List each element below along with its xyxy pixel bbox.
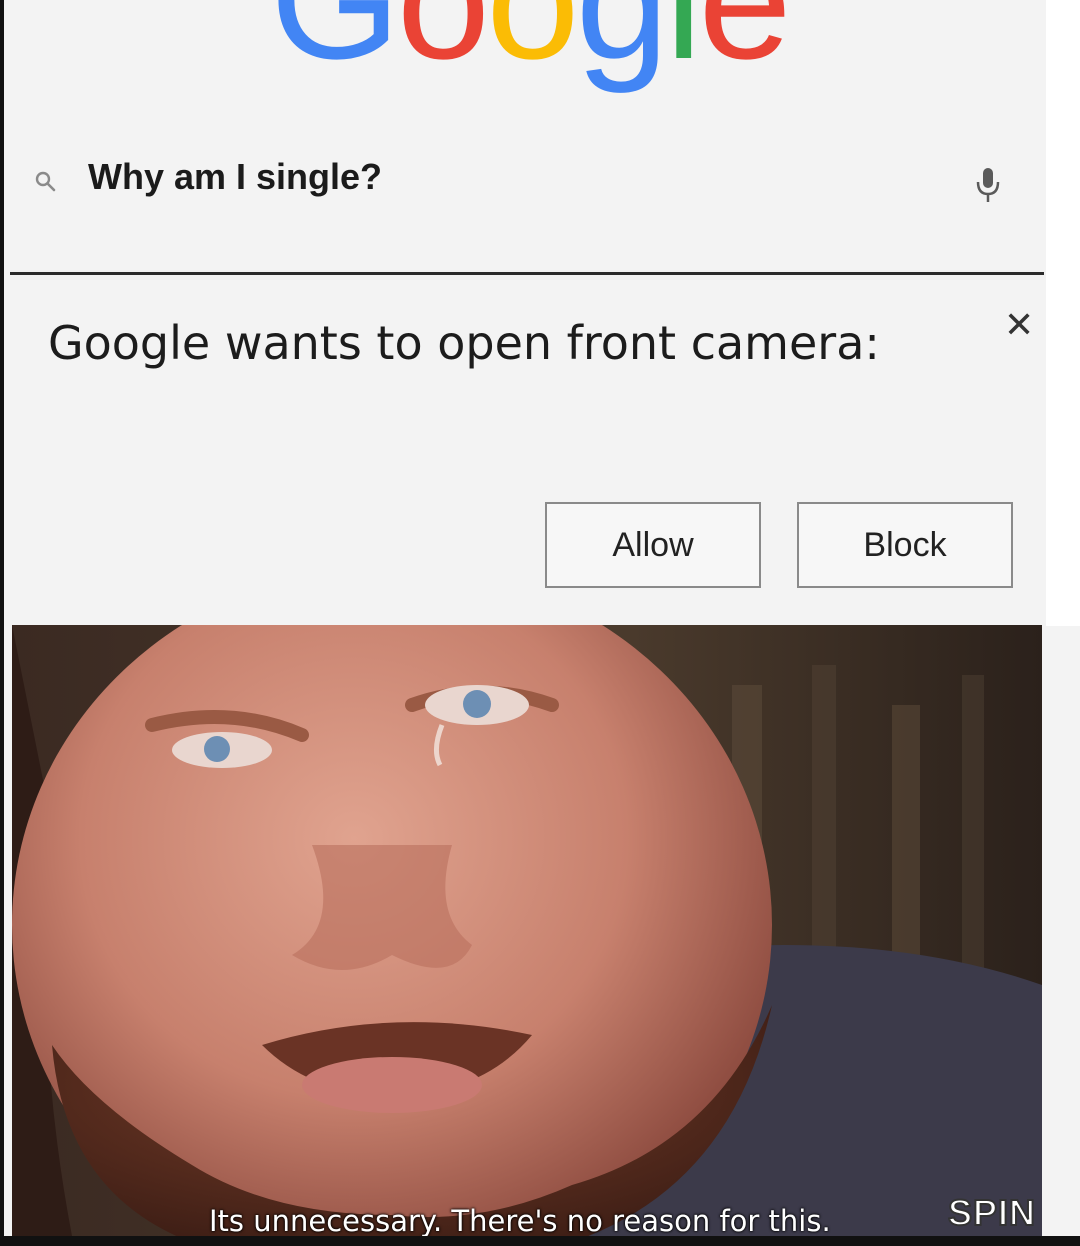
right-gutter	[1046, 0, 1080, 626]
logo-letter: e	[698, 0, 791, 94]
bottom-bar	[0, 1236, 1080, 1246]
search-input[interactable]: Why am I single?	[88, 156, 382, 198]
allow-button[interactable]: Allow	[545, 502, 761, 588]
channel-watermark: SPIN	[947, 1191, 1037, 1234]
subtitle-caption: Its unnecessary. There's no reason for t…	[209, 1204, 831, 1238]
search-icon	[35, 171, 56, 192]
logo-letter: o	[486, 0, 579, 94]
photo-illustration	[12, 625, 1042, 1236]
logo-letter: o	[396, 0, 490, 94]
reaction-photo	[12, 625, 1042, 1236]
google-logo: Google	[270, 0, 792, 94]
divider	[10, 272, 1044, 275]
logo-letter: l	[665, 0, 702, 94]
logo-letter: g	[575, 0, 669, 94]
screenshot-frame: Google Why am I single? Google wants to …	[0, 0, 1080, 1246]
block-button[interactable]: Block	[797, 502, 1013, 588]
logo-letter: G	[270, 0, 401, 94]
close-icon[interactable]: ✕	[1004, 308, 1034, 344]
search-bar[interactable]: Why am I single?	[30, 150, 1020, 212]
permission-message: Google wants to open front camera:	[48, 316, 880, 370]
microphone-icon[interactable]	[974, 166, 1002, 206]
left-edge	[0, 0, 4, 1246]
